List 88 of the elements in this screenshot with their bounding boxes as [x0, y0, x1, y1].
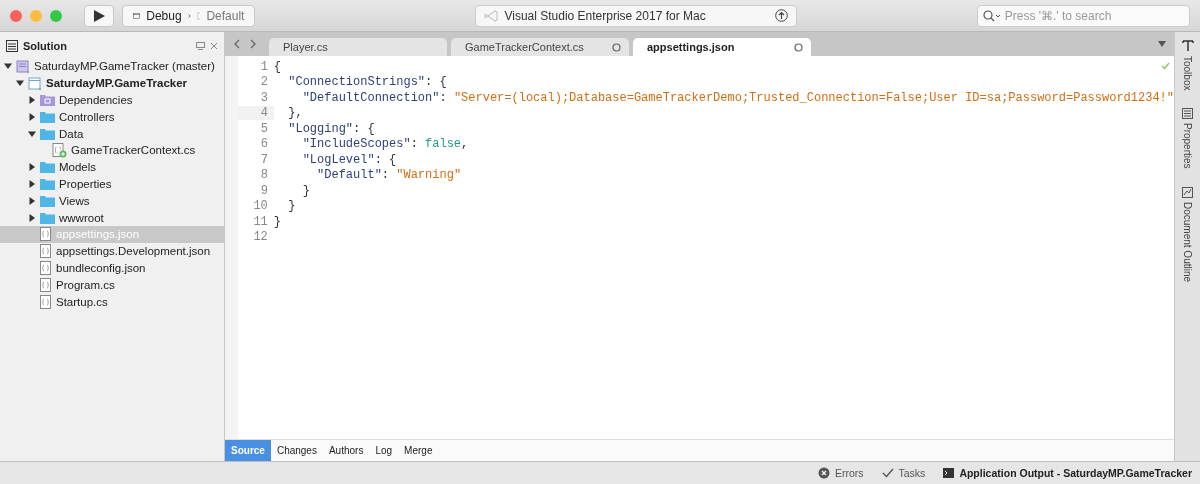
code-line: "Default": "Warning" — [316, 168, 462, 183]
file-icon — [40, 277, 52, 292]
check-icon — [881, 468, 894, 478]
document-tab[interactable]: Player.cs — [269, 38, 447, 56]
upload-icon[interactable] — [774, 9, 788, 22]
outline-icon — [1182, 187, 1193, 199]
code-line: "DefaultConnection": "Server=(local);Database=GameTrackerDemo;Trusted_Connection=False;User ID=sa;Password=Password1234!" — [301, 90, 1174, 105]
code-line: } — [287, 199, 296, 214]
tree-item[interactable]: Program.cs — [0, 276, 224, 294]
tree-item[interactable]: Startup.cs — [0, 293, 224, 310]
errors-button[interactable]: Errors — [817, 467, 864, 479]
line-number: 1 — [259, 59, 269, 74]
project-icon — [28, 76, 42, 90]
code-line: } — [301, 183, 310, 198]
tree-item[interactable]: Models — [0, 158, 224, 176]
document-tab[interactable]: appsettings.json — [633, 38, 811, 56]
error-icon — [817, 467, 830, 479]
solution-icon — [6, 40, 18, 52]
tree-item[interactable]: Data — [0, 125, 224, 142]
device-label: Default — [206, 8, 245, 23]
run-configuration-selector[interactable]: Debug Default — [122, 4, 256, 27]
window-title: Visual Studio Enterprise 2017 for Mac — [504, 8, 707, 23]
file-icon — [40, 260, 52, 275]
line-number: 10 — [252, 199, 269, 214]
view-tab[interactable]: Log — [369, 440, 399, 461]
line-number: 6 — [259, 137, 269, 152]
run-button[interactable] — [84, 4, 115, 27]
tree-item[interactable]: Properties — [0, 175, 224, 193]
document-tab[interactable]: GameTrackerContext.cs — [451, 38, 629, 56]
file-icon — [40, 244, 52, 259]
line-number: 8 — [259, 168, 269, 183]
view-tab[interactable]: Changes — [270, 440, 323, 461]
configuration-label: Debug — [146, 8, 182, 23]
check-icon — [1161, 62, 1170, 70]
tree-item[interactable]: GameTrackerContext.cs — [0, 142, 224, 159]
tasks-button[interactable]: Tasks — [881, 467, 926, 479]
line-number: 11 — [252, 214, 269, 229]
code-line: "LogLevel": { — [301, 152, 397, 167]
file-icon — [40, 227, 52, 242]
application-output-button[interactable]: Application Output - SaturdayMP.GameTracker — [943, 467, 1192, 479]
side-pad-tab[interactable]: Properties — [1182, 108, 1193, 170]
tree-item[interactable]: Dependencies — [0, 91, 224, 109]
code-line: "IncludeScopes": false, — [301, 137, 469, 152]
line-number: 3 — [259, 90, 269, 105]
tree-item[interactable]: SaturdayMP.GameTracker — [0, 74, 224, 92]
side-pad-tab[interactable]: Document Outline — [1182, 187, 1193, 283]
folder-icon — [40, 194, 55, 207]
view-tab[interactable]: Merge — [398, 440, 439, 461]
code-line: { — [273, 59, 282, 74]
folder-icon — [40, 161, 55, 174]
tree-item[interactable]: wwwroot — [0, 209, 224, 226]
side-pad-tab[interactable]: Toolbox — [1181, 40, 1194, 91]
folder-icon — [40, 127, 55, 140]
line-number: 4 — [237, 106, 274, 121]
code-line: "Logging": { — [287, 121, 375, 136]
line-number: 2 — [259, 75, 269, 90]
list-icon — [1182, 108, 1193, 120]
text-tool-icon — [1181, 40, 1194, 52]
terminal-icon — [943, 468, 955, 478]
code-line: } — [273, 214, 282, 229]
search-field[interactable]: Press '⌘.' to search — [976, 4, 1190, 27]
tree-item[interactable]: SaturdayMP.GameTracker (master) — [0, 58, 224, 75]
back-icon[interactable] — [233, 39, 241, 49]
tree-item[interactable]: Controllers — [0, 108, 224, 126]
tree-item[interactable]: bundleconfig.json — [0, 259, 224, 277]
folder-icon — [40, 177, 55, 190]
file-icon — [40, 294, 52, 309]
tab-list-dropdown-icon[interactable] — [1158, 41, 1166, 47]
code-line: "ConnectionStrings": { — [287, 75, 447, 90]
line-number: 5 — [259, 121, 269, 136]
close-icon[interactable] — [210, 42, 218, 50]
folder-icon — [40, 110, 55, 123]
line-number: 9 — [259, 183, 269, 198]
view-tab[interactable]: Authors — [322, 440, 370, 461]
tree-item[interactable]: appsettings.Development.json — [0, 242, 224, 260]
folder-icon — [40, 94, 55, 106]
play-icon — [92, 8, 107, 23]
panel-title: Solution — [23, 40, 67, 52]
app-logo-icon — [484, 9, 499, 22]
line-number: 7 — [259, 152, 269, 167]
tree-item[interactable]: Views — [0, 192, 224, 210]
file-added-icon — [52, 142, 67, 158]
line-number: 12 — [252, 230, 269, 245]
forward-icon[interactable] — [249, 39, 257, 49]
dock-icon[interactable] — [196, 42, 205, 50]
collapse-triangle-icon[interactable] — [28, 129, 36, 138]
solution-icon — [16, 59, 30, 73]
code-line: }, — [287, 106, 303, 121]
